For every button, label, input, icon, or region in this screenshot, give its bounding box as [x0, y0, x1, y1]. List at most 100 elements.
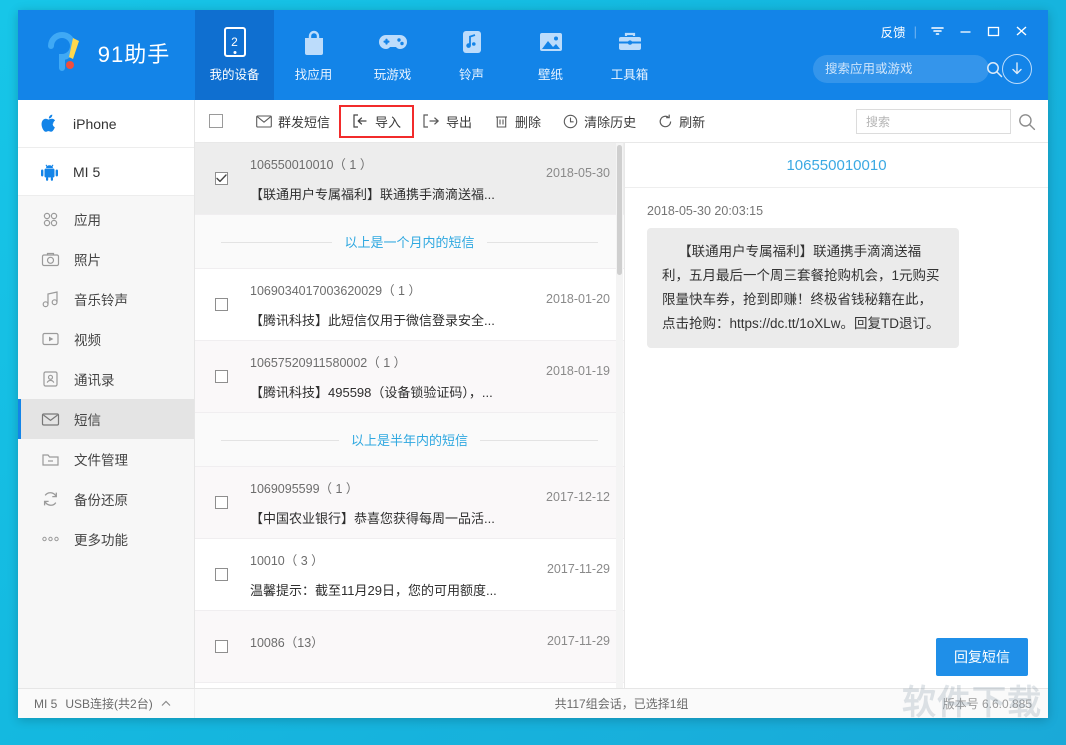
clear-history-button[interactable]: 清除历史	[552, 107, 647, 136]
status-device-area[interactable]: MI 5 USB连接(共2台)	[18, 689, 195, 718]
sidebar-item-music[interactable]: 音乐铃声	[18, 279, 194, 319]
close-icon[interactable]	[1008, 21, 1034, 41]
sidebar-item-contacts[interactable]: 通讯录	[18, 359, 194, 399]
row-checkbox[interactable]	[215, 568, 228, 581]
maximize-icon[interactable]	[980, 21, 1006, 41]
nav-find-apps[interactable]: 找应用	[274, 10, 353, 100]
status-count: 共117组会话，已选择1组	[554, 697, 689, 711]
sidebar-item-messages[interactable]: 短信	[18, 399, 194, 439]
row-preview: 【腾讯科技】495598（设备锁验证码），...	[250, 385, 493, 400]
detail-message-bubble: 【联通用户专属福利】联通携手滴滴送福利，五月最后一个周三套餐抢购机会，1元购买限…	[647, 228, 959, 348]
sidebar-label-apps: 应用	[74, 213, 101, 228]
global-search-input[interactable]	[825, 62, 986, 76]
nav-ringtones[interactable]: 铃声	[432, 10, 511, 100]
sidebar-label-music: 音乐铃声	[74, 293, 128, 308]
row-number: 1069095599（ 1 ）	[250, 482, 359, 496]
export-button[interactable]: 导出	[412, 107, 483, 136]
row-number: 10010（ 3 ）	[250, 554, 324, 568]
scrollbar-thumb[interactable]	[617, 145, 622, 275]
folder-icon	[41, 450, 60, 469]
nav-label-my-device: 我的设备	[209, 68, 260, 82]
sidebar-device-label-mi5: MI 5	[73, 163, 101, 180]
sidebar-item-video[interactable]: 视频	[18, 319, 194, 359]
apple-icon	[40, 114, 59, 133]
list-search-icon[interactable]	[1018, 113, 1036, 131]
reply-sms-button[interactable]: 回复短信	[936, 638, 1028, 676]
sidebar-item-more[interactable]: 更多功能	[18, 519, 194, 559]
row-checkbox[interactable]	[215, 172, 228, 185]
row-checkbox[interactable]	[215, 640, 228, 653]
camera-icon	[41, 250, 60, 269]
envelope-icon	[256, 114, 272, 128]
chevron-up-icon[interactable]	[161, 700, 171, 707]
delete-button[interactable]: 删除	[483, 107, 552, 136]
brand-area: 91助手	[18, 10, 195, 100]
sidebar-item-files[interactable]: 文件管理	[18, 439, 194, 479]
list-search-box[interactable]	[856, 109, 1011, 134]
divider-label: 以上是半年内的短信	[338, 430, 480, 449]
row-number: 106550010010（ 1 ）	[250, 158, 373, 172]
video-icon	[41, 330, 60, 349]
refresh-icon	[659, 114, 672, 127]
row-checkbox[interactable]	[215, 496, 228, 509]
table-row[interactable]: 10657520911580002（ 1 ） 【腾讯科技】495598（设备锁验…	[195, 341, 624, 413]
row-checkbox[interactable]	[215, 370, 228, 383]
status-version: 版本号 6.6.0.885	[942, 697, 1032, 711]
mass-sms-button[interactable]: 群发短信	[245, 107, 341, 136]
row-preview: 【中国农业银行】恭喜您获得每周一品活...	[250, 511, 495, 526]
device-count-badge: 2	[231, 35, 238, 49]
refresh-button[interactable]: 刷新	[647, 107, 716, 136]
row-number: 1069034017003620029（ 1 ）	[250, 284, 421, 298]
content-split: 106550010010（ 1 ） 【联通用户专属福利】联通携手滴滴送福... …	[195, 143, 1048, 688]
status-bar: MI 5 USB连接(共2台) 共117组会话，已选择1组 版本号 6.6.0.…	[18, 683, 1048, 718]
row-checkbox[interactable]	[215, 298, 228, 311]
sidebar-item-photos[interactable]: 照片	[18, 239, 194, 279]
table-row[interactable]: 1069034017003620029（ 1 ） 【腾讯科技】此短信仅用于微信登…	[195, 269, 624, 341]
table-row[interactable]: 1069095599（ 1 ） 【中国农业银行】恭喜您获得每周一品活... 20…	[195, 467, 624, 539]
sidebar: iPhone MI 5 应用 照片 音乐铃声 视频 通讯录 短信 文件管理 备份…	[18, 100, 195, 688]
action-toolbar: 群发短信 导入 导出 删除 清除历史 刷新 搜索	[195, 100, 1048, 143]
sidebar-item-apps[interactable]: 应用	[18, 199, 194, 239]
app-window: 91助手 2 我的设备 找应用 玩游戏 铃声 壁纸 工具箱 反馈 | 搜索应用或…	[18, 10, 1048, 718]
row-date: 2018-01-19	[546, 364, 610, 378]
sidebar-label-files: 文件管理	[74, 453, 128, 468]
feedback-link[interactable]: 反馈	[881, 22, 906, 41]
minimize-icon[interactable]	[952, 21, 978, 41]
search-icon[interactable]	[986, 61, 1003, 78]
row-date: 2017-12-12	[546, 490, 610, 504]
row-preview: 【联通用户专属福利】联通携手滴滴送福...	[250, 187, 495, 202]
header-separator: |	[913, 23, 917, 39]
nav-play-games[interactable]: 玩游戏	[353, 10, 432, 100]
import-button[interactable]: 导入	[339, 104, 415, 138]
message-icon	[41, 410, 60, 429]
export-arrow-icon	[423, 114, 439, 128]
table-row[interactable]: 10010（ 3 ） 温馨提示：截至11月29日，您的可用额度... 2017-…	[195, 539, 624, 611]
contacts-icon	[41, 370, 60, 389]
sidebar-item-backup[interactable]: 备份还原	[18, 479, 194, 519]
mass-sms-label: 群发短信	[278, 114, 331, 130]
shopping-bag-icon	[301, 27, 327, 57]
select-all-checkbox[interactable]	[209, 114, 223, 128]
sidebar-device-mi5[interactable]: MI 5	[18, 148, 194, 196]
import-arrow-icon	[353, 114, 367, 128]
nav-wallpaper[interactable]: 壁纸	[511, 10, 590, 100]
sidebar-label-backup: 备份还原	[74, 493, 128, 508]
list-scrollbar[interactable]	[616, 143, 623, 688]
export-label: 导出	[446, 114, 473, 130]
nav-label-ringtones: 铃声	[458, 68, 484, 82]
message-list[interactable]: 106550010010（ 1 ） 【联通用户专属福利】联通携手滴滴送福... …	[195, 143, 625, 688]
table-row[interactable]: 106550010010（ 1 ） 【联通用户专属福利】联通携手滴滴送福... …	[195, 143, 624, 215]
download-icon[interactable]	[1002, 54, 1032, 84]
device-screen-icon: 2	[223, 27, 246, 57]
sidebar-label-messages: 短信	[74, 413, 101, 428]
nav-toolbox[interactable]: 工具箱	[590, 10, 669, 100]
table-row[interactable]: 10086（13） 2017-11-29	[195, 611, 624, 683]
dropdown-icon[interactable]	[924, 21, 950, 41]
global-search[interactable]	[813, 55, 1003, 83]
header-right-controls: 反馈 |	[748, 10, 1048, 100]
detail-body: 2018-05-30 20:03:15 【联通用户专属福利】联通携手滴滴送福利，…	[625, 188, 1048, 626]
nav-my-device[interactable]: 2 我的设备	[195, 10, 274, 100]
sidebar-device-iphone[interactable]: iPhone	[18, 100, 194, 148]
list-search-input[interactable]	[866, 114, 1001, 129]
row-date: 2017-11-29	[546, 634, 610, 648]
